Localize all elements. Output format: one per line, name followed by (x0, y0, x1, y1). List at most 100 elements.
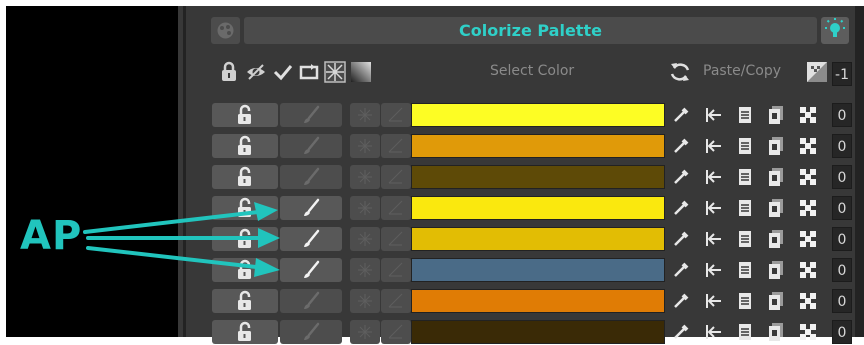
color-swatch[interactable] (411, 258, 665, 282)
row-lock-button[interactable] (212, 258, 278, 282)
paste-button[interactable] (733, 134, 757, 158)
row-sparkle-button[interactable] (350, 320, 380, 344)
check-all-button[interactable] (271, 60, 295, 84)
copy-button[interactable] (764, 320, 788, 344)
move-first-button[interactable] (701, 227, 725, 251)
color-swatch[interactable] (411, 165, 665, 189)
row-lock-button[interactable] (212, 134, 278, 158)
eyedropper-button[interactable] (670, 258, 692, 282)
lock-all-button[interactable] (217, 60, 241, 84)
shuffle-button[interactable] (795, 134, 821, 158)
copy-button[interactable] (764, 227, 788, 251)
color-swatch[interactable] (411, 320, 665, 344)
copy-button[interactable] (764, 289, 788, 313)
row-index-field[interactable]: 0 (832, 165, 852, 189)
swap-button[interactable] (297, 60, 321, 84)
row-lock-button[interactable] (212, 289, 278, 313)
color-swatch[interactable] (411, 196, 665, 220)
row-sparkle-button[interactable] (350, 103, 380, 127)
paste-button[interactable] (733, 165, 757, 189)
shuffle-button[interactable] (795, 320, 821, 344)
row-sparkle-button[interactable] (350, 289, 380, 313)
row-sparkle-button[interactable] (350, 196, 380, 220)
lightbulb-button[interactable] (821, 17, 849, 44)
row-index-field[interactable]: 0 (832, 320, 852, 344)
color-swatch[interactable] (411, 134, 665, 158)
row-lock-button[interactable] (212, 196, 278, 220)
gradient-button[interactable] (349, 60, 373, 84)
palette-settings-button[interactable] (211, 17, 240, 44)
move-first-button[interactable] (701, 196, 725, 220)
row-brush-button[interactable] (280, 103, 342, 127)
row-index-field[interactable]: 0 (832, 227, 852, 251)
move-first-button[interactable] (701, 165, 725, 189)
row-index-field[interactable]: 0 (832, 103, 852, 127)
row-brush-button[interactable] (280, 134, 342, 158)
row-sparkle-button[interactable] (350, 258, 380, 282)
row-brush-button[interactable] (280, 227, 342, 251)
row-index-field[interactable]: 0 (832, 134, 852, 158)
shuffle-button[interactable] (795, 165, 821, 189)
row-sparkle-button[interactable] (350, 165, 380, 189)
color-swatch[interactable] (411, 289, 665, 313)
row-brush-button[interactable] (280, 165, 342, 189)
palette-title-bar[interactable]: Colorize Palette (244, 17, 817, 44)
shuffle-button[interactable] (795, 289, 821, 313)
paste-button[interactable] (733, 320, 757, 344)
shuffle-button[interactable] (795, 196, 821, 220)
move-first-button[interactable] (701, 289, 725, 313)
move-first-button[interactable] (701, 134, 725, 158)
paste-button[interactable] (733, 289, 757, 313)
row-index-field[interactable]: 0 (832, 196, 852, 220)
copy-button[interactable] (764, 196, 788, 220)
eyedropper-button[interactable] (670, 103, 692, 127)
visibility-button[interactable] (244, 60, 268, 84)
copy-button[interactable] (764, 103, 788, 127)
row-sparkle-button[interactable] (350, 134, 380, 158)
eyedropper-button[interactable] (670, 289, 692, 313)
row-sparkle-button[interactable] (350, 227, 380, 251)
eyedropper-button[interactable] (670, 196, 692, 220)
checker-button[interactable] (805, 60, 829, 84)
refresh-button[interactable] (668, 60, 692, 84)
row-lock-button[interactable] (212, 165, 278, 189)
sparkle-button[interactable] (323, 60, 347, 84)
color-swatch[interactable] (411, 227, 665, 251)
row-brush-button[interactable] (280, 258, 342, 282)
shuffle-button[interactable] (795, 103, 821, 127)
eyedropper-button[interactable] (670, 227, 692, 251)
row-brush-button[interactable] (280, 320, 342, 344)
row-lock-button[interactable] (212, 103, 278, 127)
row-gradient-button[interactable] (381, 165, 411, 189)
move-first-button[interactable] (701, 258, 725, 282)
eyedropper-button[interactable] (670, 134, 692, 158)
copy-button[interactable] (764, 134, 788, 158)
index-field[interactable]: -1 (832, 62, 852, 86)
move-first-button[interactable] (701, 320, 725, 344)
move-first-button[interactable] (701, 103, 725, 127)
row-gradient-button[interactable] (381, 227, 411, 251)
shuffle-button[interactable] (795, 227, 821, 251)
row-gradient-button[interactable] (381, 289, 411, 313)
eyedropper-button[interactable] (670, 165, 692, 189)
row-index-field[interactable]: 0 (832, 289, 852, 313)
row-lock-button[interactable] (212, 227, 278, 251)
row-index-field[interactable]: 0 (832, 258, 852, 282)
color-swatch[interactable] (411, 103, 665, 127)
row-brush-button[interactable] (280, 196, 342, 220)
paste-button[interactable] (733, 196, 757, 220)
copy-button[interactable] (764, 165, 788, 189)
paste-button[interactable] (733, 103, 757, 127)
row-gradient-button[interactable] (381, 134, 411, 158)
row-gradient-button[interactable] (381, 320, 411, 344)
shuffle-button[interactable] (795, 258, 821, 282)
paste-button[interactable] (733, 227, 757, 251)
copy-button[interactable] (764, 258, 788, 282)
row-gradient-button[interactable] (381, 196, 411, 220)
row-gradient-button[interactable] (381, 103, 411, 127)
row-gradient-button[interactable] (381, 258, 411, 282)
row-brush-button[interactable] (280, 289, 342, 313)
row-lock-button[interactable] (212, 320, 278, 344)
paste-button[interactable] (733, 258, 757, 282)
eyedropper-button[interactable] (670, 320, 692, 344)
